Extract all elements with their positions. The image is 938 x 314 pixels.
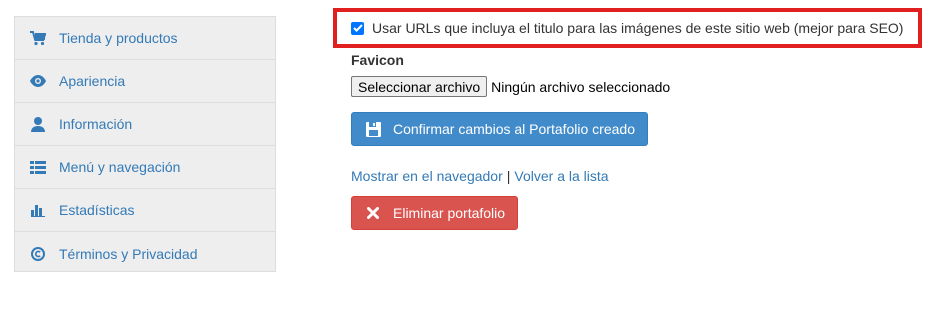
- back-to-list-link[interactable]: Volver a la lista: [514, 168, 608, 184]
- sidebar-item-label: Tienda y productos: [59, 30, 178, 46]
- seo-url-checkbox[interactable]: [351, 21, 364, 35]
- seo-option-highlight: Usar URLs que incluya el titulo para las…: [333, 8, 922, 48]
- copyright-icon: [30, 246, 46, 262]
- sidebar-nav: Tienda y productos Apariencia Informació…: [14, 16, 276, 272]
- seo-url-label[interactable]: Usar URLs que incluya el titulo para las…: [372, 20, 903, 36]
- action-links: Mostrar en el navegador | Volver a la list…: [351, 168, 609, 184]
- sidebar-item-apariencia[interactable]: Apariencia: [15, 60, 275, 103]
- sidebar-item-informacion[interactable]: Información: [15, 103, 275, 146]
- bar-chart-icon: [30, 202, 46, 218]
- sidebar-item-estadisticas[interactable]: Estadísticas: [15, 189, 275, 232]
- file-status-text: Ningún archivo seleccionado: [491, 78, 671, 95]
- sidebar-item-label: Términos y Privacidad: [59, 245, 198, 262]
- delete-portfolio-label: Eliminar portafolio: [393, 205, 506, 221]
- confirm-changes-button[interactable]: Confirmar cambios al Portafolio creado: [351, 112, 648, 146]
- link-separator: |: [506, 168, 511, 184]
- user-icon: [30, 116, 46, 132]
- eye-icon: [30, 73, 46, 89]
- sidebar-item-label: Información: [59, 116, 133, 132]
- sidebar-item-menu[interactable]: Menú y navegación: [15, 146, 275, 189]
- sidebar-item-tienda[interactable]: Tienda y productos: [15, 17, 275, 60]
- favicon-file-input: Seleccionar archivo Ningún archivo selec…: [351, 76, 670, 97]
- list-icon: [30, 159, 46, 175]
- close-icon: [365, 205, 381, 221]
- sidebar-item-label: Menú y navegación: [59, 159, 181, 175]
- confirm-changes-label: Confirmar cambios al Portafolio creado: [393, 121, 635, 137]
- sidebar-item-label: Apariencia: [59, 73, 126, 89]
- favicon-heading: Favicon: [351, 52, 404, 68]
- sidebar-item-label: Estadísticas: [59, 202, 135, 218]
- sidebar-item-terminos[interactable]: Términos y Privacidad: [15, 232, 275, 275]
- show-in-browser-link[interactable]: Mostrar en el navegador: [351, 168, 503, 184]
- save-icon: [365, 121, 381, 137]
- cart-icon: [30, 30, 46, 46]
- delete-portfolio-button[interactable]: Eliminar portafolio: [351, 196, 518, 230]
- choose-file-button[interactable]: Seleccionar archivo: [351, 76, 488, 97]
